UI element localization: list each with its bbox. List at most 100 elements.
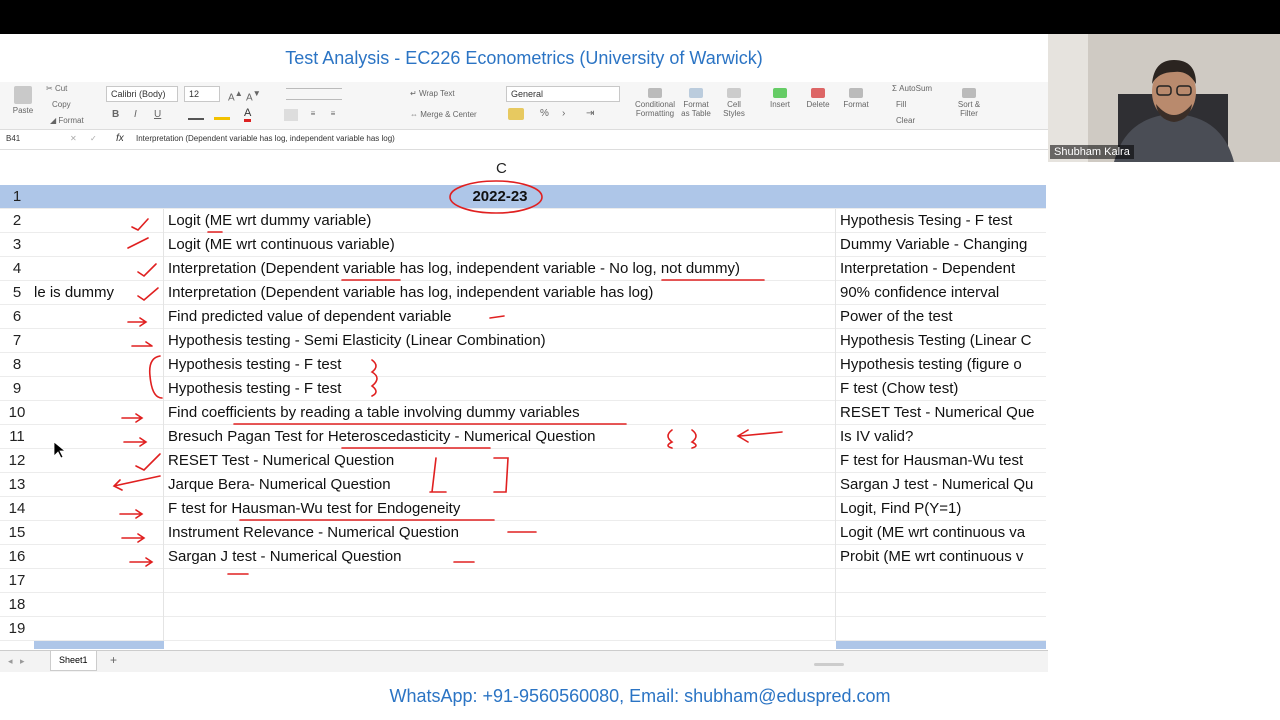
cell-c[interactable]: Hypothesis testing - F test: [164, 353, 836, 377]
cell-d[interactable]: Sargan J test - Numerical Qu: [836, 473, 1046, 497]
wrap-text-button[interactable]: ↵ Wrap Text: [410, 89, 455, 98]
cell-c-year[interactable]: 2022-23: [164, 185, 836, 209]
cell-b[interactable]: [34, 377, 164, 401]
tab-scroll-right-icon[interactable]: ▸: [20, 656, 25, 667]
row-number[interactable]: 13: [0, 473, 34, 497]
row-number[interactable]: 6: [0, 305, 34, 329]
merge-center-button[interactable]: ⇔ Merge & Center: [410, 110, 477, 119]
cell-d[interactable]: Interpretation - Dependent: [836, 257, 1046, 281]
cell-b[interactable]: [34, 353, 164, 377]
cell-b[interactable]: [34, 617, 164, 641]
cell-b[interactable]: [34, 233, 164, 257]
currency-icon[interactable]: [508, 108, 524, 120]
function-icon[interactable]: fx: [116, 133, 124, 144]
format-cells-button[interactable]: Format: [842, 88, 870, 109]
cell-d[interactable]: F test for Hausman-Wu test: [836, 449, 1046, 473]
font-size-select[interactable]: 12: [184, 86, 220, 102]
cell-c[interactable]: Find coefficients by reading a table inv…: [164, 401, 836, 425]
cell-d[interactable]: [836, 593, 1046, 617]
cell-b[interactable]: [34, 329, 164, 353]
italic-button[interactable]: I: [134, 109, 137, 120]
cell-c[interactable]: RESET Test - Numerical Question: [164, 449, 836, 473]
cell-d[interactable]: Dummy Variable - Changing: [836, 233, 1046, 257]
cell-c[interactable]: Find predicted value of dependent variab…: [164, 305, 836, 329]
formula-input[interactable]: Interpretation (Dependent variable has l…: [136, 134, 395, 143]
cell-b[interactable]: [34, 473, 164, 497]
cell-b[interactable]: [34, 449, 164, 473]
cell-b[interactable]: [34, 593, 164, 617]
insert-button[interactable]: Insert: [766, 88, 794, 109]
row-number[interactable]: 4: [0, 257, 34, 281]
font-name-select[interactable]: Calibri (Body): [106, 86, 178, 102]
cell-d[interactable]: Hypothesis Tesing - F test: [836, 209, 1046, 233]
cell-styles-button[interactable]: Cell Styles: [720, 88, 748, 118]
underline-button[interactable]: U: [154, 109, 161, 120]
cell-c[interactable]: Interpretation (Dependent variable has l…: [164, 257, 836, 281]
increase-font-button[interactable]: A▲: [228, 88, 243, 103]
row-number[interactable]: 17: [0, 569, 34, 593]
conditional-formatting-button[interactable]: Conditional Formatting: [632, 88, 678, 118]
cell-c[interactable]: Interpretation (Dependent variable has l…: [164, 281, 836, 305]
cell-b[interactable]: [34, 185, 164, 209]
align-left-icon[interactable]: [284, 109, 298, 121]
cell-d[interactable]: Is IV valid?: [836, 425, 1046, 449]
cell-d[interactable]: [836, 617, 1046, 641]
decimal-icon[interactable]: ⇥: [586, 108, 594, 119]
row-number[interactable]: 1: [0, 185, 34, 209]
cell-b[interactable]: [34, 497, 164, 521]
row-number[interactable]: 11: [0, 425, 34, 449]
cell-d[interactable]: [836, 185, 1046, 209]
cell-c[interactable]: Bresuch Pagan Test for Heteroscedasticit…: [164, 425, 836, 449]
cut-button[interactable]: ✂ Cut: [46, 84, 67, 93]
cell-c[interactable]: F test for Hausman-Wu test for Endogenei…: [164, 497, 836, 521]
align-center-icon[interactable]: ≡: [306, 109, 320, 121]
cell-b[interactable]: [34, 569, 164, 593]
fill-color-icon[interactable]: [214, 108, 230, 120]
cell-d[interactable]: Hypothesis testing (figure o: [836, 353, 1046, 377]
row-number[interactable]: 3: [0, 233, 34, 257]
cell-d[interactable]: Logit, Find P(Y=1): [836, 497, 1046, 521]
cell-c[interactable]: [164, 569, 836, 593]
row-number[interactable]: 14: [0, 497, 34, 521]
cell-c[interactable]: Sargan J test - Numerical Question: [164, 545, 836, 569]
cell-b[interactable]: [34, 401, 164, 425]
comma-icon[interactable]: ›: [562, 108, 565, 119]
cell-b[interactable]: [34, 257, 164, 281]
delete-button[interactable]: Delete: [804, 88, 832, 109]
cell-b[interactable]: [34, 425, 164, 449]
cell-d[interactable]: Power of the test: [836, 305, 1046, 329]
bold-button[interactable]: B: [112, 109, 119, 120]
clear-button[interactable]: Clear: [896, 116, 915, 125]
cell-b[interactable]: [34, 209, 164, 233]
cell-c[interactable]: Instrument Relevance - Numerical Questio…: [164, 521, 836, 545]
percent-button[interactable]: %: [540, 108, 549, 119]
cell-d[interactable]: [836, 569, 1046, 593]
align-right-icon[interactable]: ≡: [326, 109, 340, 121]
cell-d[interactable]: Probit (ME wrt continuous v: [836, 545, 1046, 569]
decrease-font-button[interactable]: A▼: [246, 88, 261, 103]
format-as-table-button[interactable]: Format as Table: [680, 88, 712, 118]
cell-b[interactable]: le is dummy: [34, 281, 164, 305]
cell-b[interactable]: [34, 305, 164, 329]
row-number[interactable]: 18: [0, 593, 34, 617]
row-number[interactable]: 19: [0, 617, 34, 641]
row-number[interactable]: 7: [0, 329, 34, 353]
cell-d[interactable]: 90% confidence interval: [836, 281, 1046, 305]
row-number[interactable]: 8: [0, 353, 34, 377]
format-painter-button[interactable]: ◢ Format: [50, 116, 84, 125]
number-format-select[interactable]: General: [506, 86, 620, 102]
horizontal-scrollbar[interactable]: [814, 663, 844, 666]
cell-c[interactable]: Jarque Bera- Numerical Question: [164, 473, 836, 497]
cell-d[interactable]: RESET Test - Numerical Que: [836, 401, 1046, 425]
column-header-c[interactable]: C: [496, 160, 507, 177]
align-top-icon[interactable]: [286, 88, 342, 100]
row-number[interactable]: 9: [0, 377, 34, 401]
name-box[interactable]: B41: [6, 134, 20, 143]
cell-c[interactable]: Hypothesis testing - F test: [164, 377, 836, 401]
copy-button[interactable]: Copy: [52, 100, 71, 109]
tab-sheet1[interactable]: Sheet1: [50, 651, 97, 671]
fill-button[interactable]: Fill: [896, 100, 906, 109]
cell-d[interactable]: Logit (ME wrt continuous va: [836, 521, 1046, 545]
autosum-button[interactable]: Σ AutoSum: [892, 84, 932, 93]
cell-c[interactable]: Logit (ME wrt dummy variable): [164, 209, 836, 233]
